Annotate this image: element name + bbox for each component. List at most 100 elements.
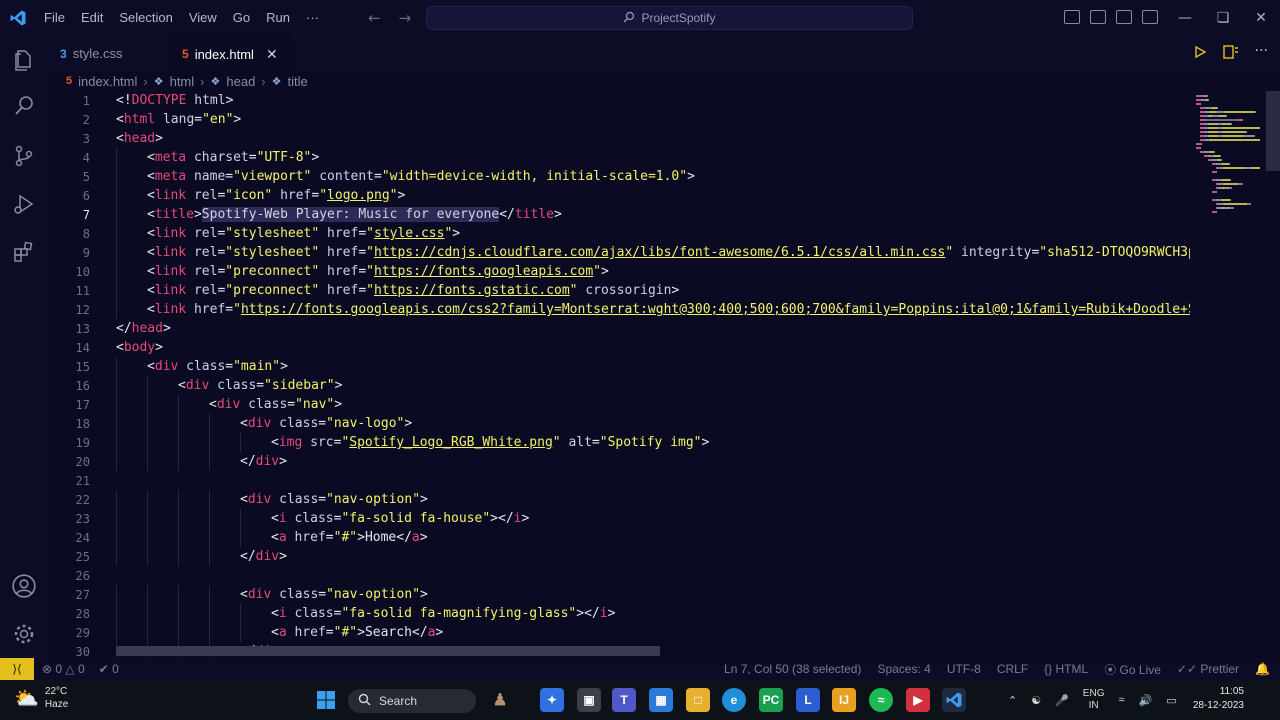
end-of-line[interactable]: CRLF <box>997 662 1028 676</box>
indentation[interactable]: Spaces: 4 <box>877 662 930 676</box>
file-explorer-icon[interactable]: □ <box>686 688 710 712</box>
microphone-icon[interactable]: 🎤 <box>1055 694 1069 707</box>
task-view-icon[interactable]: ▣ <box>577 688 601 712</box>
back-arrow-icon[interactable]: ← <box>368 9 381 27</box>
code-line[interactable]: 22 <div class="nav-option"> <box>48 490 1190 509</box>
code-line[interactable]: 16 <div class="sidebar"> <box>48 376 1190 395</box>
toggle-primary-sidebar-icon[interactable] <box>1064 10 1080 24</box>
code-line[interactable]: 7 <title>Spotify-Web Player: Music for ev… <box>48 205 1190 224</box>
code-line[interactable]: 20 </div> <box>48 452 1190 471</box>
media-app-icon[interactable]: ▶ <box>906 688 930 712</box>
vertical-scrollbar[interactable] <box>1266 91 1280 171</box>
ports-indicator[interactable]: ✔ 0 <box>99 662 119 676</box>
code-editor[interactable]: 1 <!DOCTYPE html> 2 <html lang="en"> 3 <head>… <box>48 91 1190 657</box>
file-encoding[interactable]: UTF-8 <box>947 662 981 676</box>
vscode-taskbar-icon[interactable] <box>942 688 966 712</box>
code-line[interactable]: 13 </head> <box>48 319 1190 338</box>
menu-go[interactable]: Go <box>225 0 258 36</box>
run-and-debug-icon[interactable] <box>0 180 48 228</box>
breadcrumb-item[interactable]: title <box>288 74 308 89</box>
breadcrumb-item[interactable]: index.html <box>78 74 137 89</box>
code-line[interactable]: 25 </div> <box>48 547 1190 566</box>
tab-style-css[interactable]: 3 style.css <box>48 36 170 71</box>
taskbar-search[interactable]: Search <box>348 689 476 713</box>
code-line[interactable]: 15 <div class="main"> <box>48 357 1190 376</box>
code-line[interactable]: 1 <!DOCTYPE html> <box>48 91 1190 110</box>
app-tray-icon[interactable]: ☯ <box>1031 694 1041 707</box>
extensions-icon[interactable] <box>0 228 48 276</box>
code-line[interactable]: 14 <body> <box>48 338 1190 357</box>
tab-index-html[interactable]: 5 index.html ✕ <box>170 36 290 71</box>
code-line[interactable]: 6 <link rel="icon" href="logo.png"> <box>48 186 1190 205</box>
explorer-icon[interactable] <box>0 36 48 84</box>
menu-file[interactable]: File <box>36 0 73 36</box>
source-control-icon[interactable] <box>0 132 48 180</box>
code-line[interactable]: 9 <link rel="stylesheet" href="https://cd… <box>48 243 1190 262</box>
edge-browser-icon[interactable]: e <box>722 688 746 712</box>
horizontal-scrollbar[interactable] <box>116 646 660 656</box>
battery-icon[interactable]: ▭ <box>1166 694 1176 707</box>
code-line[interactable]: 4 <meta charset="UTF-8"> <box>48 148 1190 167</box>
spotify-icon[interactable]: ≈ <box>869 688 893 712</box>
breadcrumb-item[interactable]: head <box>226 74 255 89</box>
code-line[interactable]: 8 <link rel="stylesheet" href="style.css"… <box>48 224 1190 243</box>
code-line[interactable]: 5 <meta name="viewport" content="width=de… <box>48 167 1190 186</box>
people-icon[interactable]: ♟ <box>488 688 512 712</box>
account-icon[interactable] <box>0 562 48 610</box>
code-line[interactable]: 17 <div class="nav"> <box>48 395 1190 414</box>
problems-indicator[interactable]: ⊗ 0 △ 0 <box>42 662 85 676</box>
menu-selection[interactable]: Selection <box>111 0 180 36</box>
prettier-button[interactable]: ✓✓ Prettier <box>1177 662 1239 676</box>
weather-widget[interactable]: ⛅ 22°C Haze <box>14 685 68 711</box>
intellij-icon[interactable]: IJ <box>832 688 856 712</box>
code-line[interactable]: 26 <box>48 566 1190 585</box>
language-mode[interactable]: {} HTML <box>1044 662 1088 676</box>
code-line[interactable]: 3 <head> <box>48 129 1190 148</box>
minimize-button[interactable]: — <box>1166 0 1204 36</box>
menu-run[interactable]: Run <box>258 0 298 36</box>
code-line[interactable]: 28 <i class="fa-solid fa-magnifying-glass… <box>48 604 1190 623</box>
search-panel-icon[interactable] <box>0 82 48 130</box>
open-preview-icon[interactable] <box>1222 44 1239 63</box>
run-code-icon[interactable] <box>1193 44 1207 63</box>
pycharm-icon[interactable]: PC <box>759 688 783 712</box>
cursor-position[interactable]: Ln 7, Col 50 (38 selected) <box>724 662 861 676</box>
l-app-icon[interactable]: L <box>796 688 820 712</box>
minimap[interactable] <box>1190 91 1266 341</box>
chevron-up-icon[interactable]: ⌃ <box>1008 694 1017 707</box>
copilot-icon[interactable]: ✦ <box>540 688 564 712</box>
forward-arrow-icon[interactable]: → <box>399 9 412 27</box>
command-center-search[interactable]: ProjectSpotify <box>426 6 913 30</box>
notifications-bell-icon[interactable]: 🔔 <box>1255 662 1270 676</box>
menu-view[interactable]: View <box>181 0 225 36</box>
close-window-button[interactable]: ✕ <box>1242 0 1280 36</box>
go-live-button[interactable]: ⦿ Go Live <box>1104 661 1161 678</box>
code-line[interactable]: 10 <link rel="preconnect" href="https://f… <box>48 262 1190 281</box>
menu-more[interactable]: ··· <box>298 0 327 36</box>
settings-gear-icon[interactable] <box>0 610 48 658</box>
windows-start-icon[interactable] <box>314 688 338 712</box>
toggle-panel-icon[interactable] <box>1090 10 1106 24</box>
teams-icon[interactable]: T <box>612 688 636 712</box>
code-line[interactable]: 12 <link href="https://fonts.googleapis.c… <box>48 300 1190 319</box>
code-line[interactable]: 29 <a href="#">Search</a> <box>48 623 1190 642</box>
customize-layout-icon[interactable] <box>1142 10 1158 24</box>
close-tab-icon[interactable]: ✕ <box>266 46 278 63</box>
wifi-icon[interactable]: ≈ <box>1118 694 1124 706</box>
code-line[interactable]: 11 <link rel="preconnect" href="https://f… <box>48 281 1190 300</box>
toggle-secondary-sidebar-icon[interactable] <box>1116 10 1132 24</box>
language-indicator[interactable]: ENG IN <box>1083 688 1105 712</box>
code-line[interactable]: 27 <div class="nav-option"> <box>48 585 1190 604</box>
code-line[interactable]: 18 <div class="nav-logo"> <box>48 414 1190 433</box>
code-line[interactable]: 24 <a href="#">Home</a> <box>48 528 1190 547</box>
code-line[interactable]: 21 <box>48 471 1190 490</box>
menu-edit[interactable]: Edit <box>73 0 111 36</box>
maximize-button[interactable]: ❏ <box>1204 0 1242 36</box>
remote-indicator-icon[interactable]: ⟩⟨ <box>0 658 34 680</box>
code-line[interactable]: 23 <i class="fa-solid fa-house"></i> <box>48 509 1190 528</box>
code-line[interactable]: 2 <html lang="en"> <box>48 110 1190 129</box>
store-icon[interactable]: ▦ <box>649 688 673 712</box>
volume-icon[interactable]: 🔊 <box>1139 694 1153 707</box>
more-actions-icon[interactable]: ··· <box>1255 44 1268 63</box>
code-line[interactable]: 19 <img src="Spotify_Logo_RGB_White.png" … <box>48 433 1190 452</box>
